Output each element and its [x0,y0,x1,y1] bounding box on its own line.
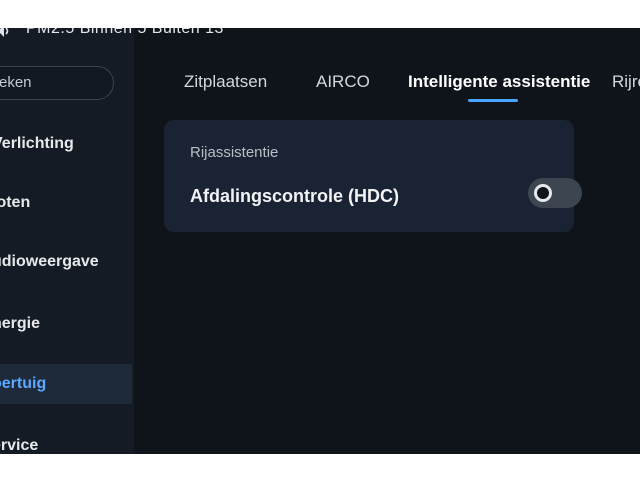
sidebar-item-voertuig[interactable]: oertuig [0,364,132,404]
sidebar-item-energie[interactable]: nergie [0,304,132,344]
sidebar-item-service[interactable]: ervice [0,426,132,454]
sidebar-item-verlichting[interactable]: Verlichting [0,124,132,164]
tab-airco[interactable]: AIRCO [316,72,370,92]
tab-rijre[interactable]: Rijre [612,72,640,92]
cloud-icon [488,28,506,34]
speaker-icon [0,28,12,40]
sidebar-item-audioweergave[interactable]: udioweergave [0,242,132,282]
tab-intelligente-assistentie[interactable]: Intelligente assistentie [408,72,590,92]
status-bar: PM2.5 Binnen 5 Buiten 13 [0,28,640,38]
sidebar: eken Verlichting loten udioweergave nerg… [0,28,134,454]
toggle-knob [534,184,552,202]
driving-assistance-card: Rijassistentie Afdalingscontrole (HDC) [164,120,582,232]
hdc-toggle[interactable] [528,178,582,208]
sidebar-item-sloten[interactable]: loten [0,183,132,223]
screen: Zitplaatsen AIRCO Intelligente assistent… [0,28,640,454]
active-tab-indicator [468,99,518,102]
air-quality-status: PM2.5 Binnen 5 Buiten 13 [26,28,224,37]
card-title: Rijassistentie [190,144,279,161]
search-input[interactable]: eken [0,66,114,100]
tab-zitplaatsen[interactable]: Zitplaatsen [184,72,267,92]
hdc-setting-label: Afdalingscontrole (HDC) [190,186,399,206]
content-area: Zitplaatsen AIRCO Intelligente assistent… [134,28,640,454]
